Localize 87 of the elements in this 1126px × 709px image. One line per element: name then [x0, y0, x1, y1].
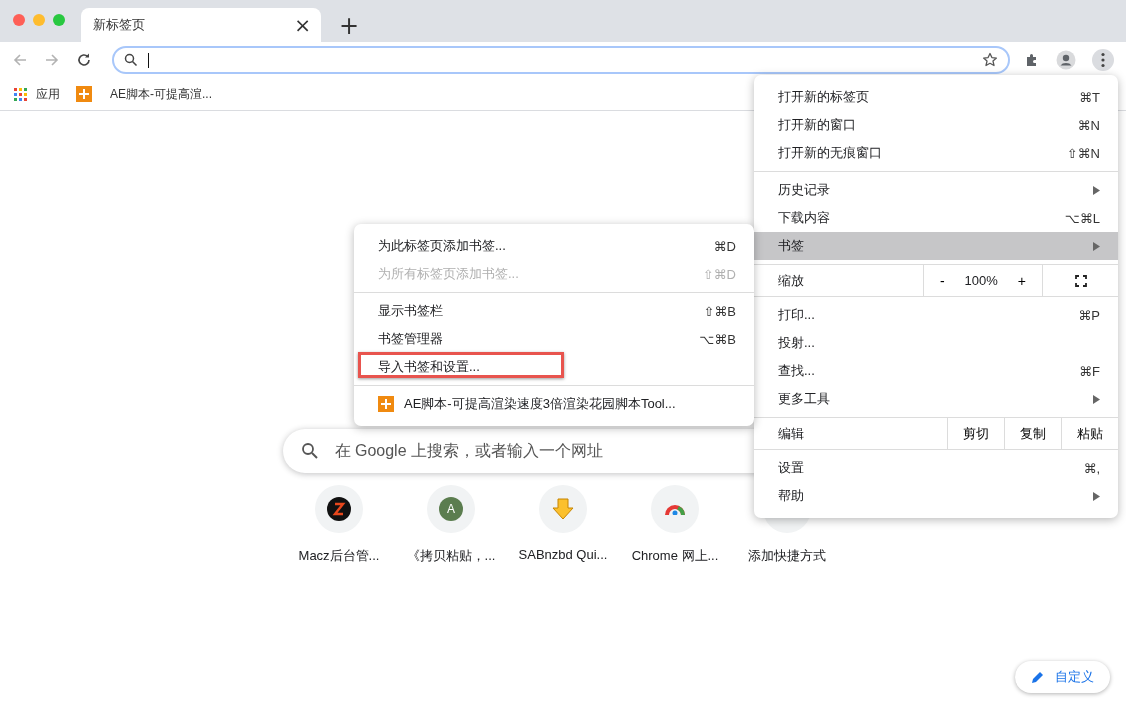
menu-item-label: 历史记录 [778, 181, 830, 199]
reload-icon[interactable] [76, 52, 92, 68]
browser-tab[interactable]: 新标签页 × [81, 8, 321, 42]
shortcut-text: ⌘D [713, 238, 736, 254]
shortcut-text: ⌘T [1079, 89, 1100, 105]
submenu-arrow-icon [1093, 394, 1100, 404]
down-arrow-icon [551, 497, 575, 521]
shortcut-text: ⇧⌘D [702, 266, 736, 282]
apps-grid-icon [14, 87, 27, 101]
shortcut-tile[interactable] [539, 485, 587, 533]
menu-item-label: 打开新的标签页 [778, 88, 869, 106]
zoom-in-button[interactable]: + [1015, 272, 1028, 289]
menu-item-label: 书签 [778, 237, 804, 255]
shortcut-text: ⌘N [1077, 117, 1100, 133]
shortcut-label: 《拷贝粘贴，... [406, 547, 496, 565]
rainbow-arc-icon [665, 503, 685, 515]
customize-button[interactable]: 自定义 [1015, 661, 1110, 693]
plus-square-icon [76, 86, 92, 102]
shortcut-text: ⌥⌘L [1064, 210, 1100, 226]
menu-item-label: 打印... [778, 306, 815, 324]
letter-avatar: A [439, 497, 463, 521]
menu-item[interactable]: 导入书签和设置... [378, 358, 480, 376]
menu-item[interactable]: 为此标签页添加书签... [378, 237, 506, 255]
menu-item-label: 投射... [778, 334, 815, 352]
shortcut-tile[interactable]: A [427, 485, 475, 533]
menu-item[interactable]: 书签 [754, 232, 1118, 260]
menu-item-label: 打开新的无痕窗口 [778, 144, 882, 162]
menu-item[interactable]: AE脚本-可提高渲染速度3倍渲染花园脚本Tool... [404, 395, 676, 413]
shortcut-text: ⇧⌘B [703, 303, 736, 319]
shortcut-label: SABnzbd Qui... [518, 547, 608, 562]
bookmark-item[interactable]: 应用 [14, 85, 60, 103]
bookmark-label: 应用 [36, 85, 60, 103]
submenu-arrow-icon [1093, 185, 1100, 195]
menu-item[interactable]: 更多工具 [754, 385, 1118, 413]
tab-close-button[interactable]: × [292, 17, 313, 33]
zoom-level: 100% [964, 273, 998, 288]
menu-item[interactable]: 下载内容 ⌥⌘L [754, 204, 1118, 232]
shortcut-label: Macz后台管... [298, 547, 380, 565]
submenu-arrow-icon [1093, 241, 1100, 251]
shortcut-text: ⌘, [1083, 460, 1100, 476]
menu-item-label: 打开新的窗口 [778, 116, 856, 134]
edit-button[interactable]: 粘贴 [1061, 418, 1118, 449]
bookmark-item[interactable]: AE脚本-可提高渲... [76, 85, 212, 103]
menu-item[interactable]: 打开新的窗口 ⌘N [754, 111, 1118, 139]
menu-item[interactable]: 书签管理器 [378, 330, 443, 348]
menu-item-label: 缩放 [778, 271, 805, 290]
pencil-icon [1031, 670, 1045, 684]
tab-title: 新标签页 [93, 16, 146, 34]
submenu-arrow-icon [1093, 491, 1100, 501]
window-control-button[interactable] [13, 14, 25, 26]
profile-icon[interactable] [1056, 50, 1076, 70]
shortcut-tile[interactable] [315, 485, 363, 533]
shortcut-label: 添加快捷方式 [748, 547, 826, 565]
menu-item[interactable]: 显示书签栏 [378, 302, 443, 320]
menu-item[interactable]: 打印... ⌘P [754, 301, 1118, 329]
shortcut-text: ⇧⌘N [1066, 145, 1100, 161]
search-icon [124, 53, 138, 67]
menu-item: 为所有标签页添加书签... [378, 265, 519, 283]
z-logo-icon [327, 497, 351, 521]
menu-item-label: 查找... [778, 362, 815, 380]
shortcut-text: ⌥⌘B [699, 331, 736, 347]
menu-item[interactable]: 打开新的标签页 ⌘T [754, 83, 1118, 111]
shortcut-text: ⌘F [1079, 363, 1100, 379]
menu-item-label: 下载内容 [778, 209, 830, 227]
plus-square-icon [378, 396, 394, 412]
star-icon[interactable] [982, 52, 998, 68]
zoom-out-button[interactable]: - [937, 272, 947, 289]
menu-item-label: 编辑 [778, 424, 805, 443]
menu-item[interactable]: 投射... [754, 329, 1118, 357]
menu-item[interactable]: 查找... ⌘F [754, 357, 1118, 385]
menu-item[interactable]: 历史记录 [754, 176, 1118, 204]
shortcut-text: ⌘P [1078, 307, 1100, 323]
text-cursor [148, 52, 149, 68]
fullscreen-icon [1074, 274, 1087, 287]
shortcut-tile[interactable] [651, 485, 699, 533]
menu-item-label: 设置 [778, 459, 804, 477]
search-icon [300, 442, 319, 460]
menu-item-label: 更多工具 [778, 390, 830, 408]
edit-button[interactable]: 剪切 [947, 418, 1004, 449]
new-tab-button[interactable]: + [333, 16, 366, 36]
menu-item[interactable]: 打开新的无痕窗口 ⇧⌘N [754, 139, 1118, 167]
edit-button[interactable]: 复制 [1004, 418, 1061, 449]
bookmark-label: AE脚本-可提高渲... [110, 85, 212, 103]
more-vertical-icon[interactable] [1092, 49, 1114, 71]
menu-item[interactable]: 帮助 [754, 482, 1118, 510]
menu-item-label: 帮助 [778, 487, 804, 505]
shortcut-label: Chrome 网上... [631, 547, 719, 565]
